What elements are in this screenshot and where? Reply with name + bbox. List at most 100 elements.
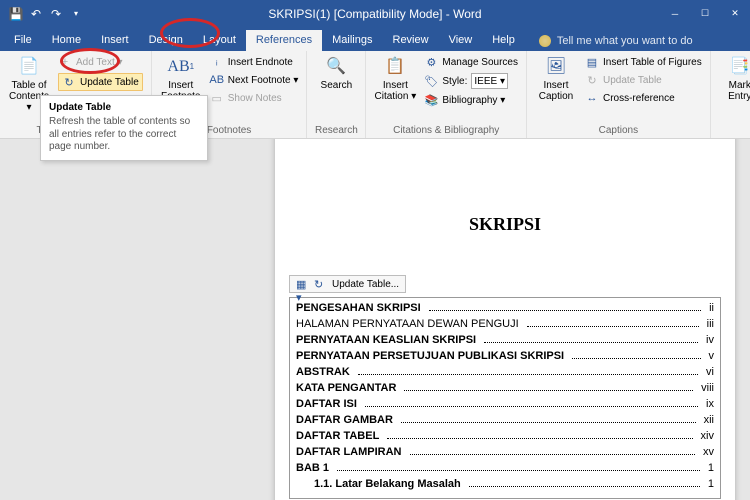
group-label-index: Index [717, 124, 750, 136]
toc-field-header[interactable]: ▦ ▾ ↻ Update Table... [289, 275, 406, 293]
redo-icon[interactable]: ↷ [48, 6, 64, 22]
toc-entry-label: KATA PENGANTAR [296, 382, 400, 394]
undo-icon[interactable]: ↶ [28, 6, 44, 22]
tab-layout[interactable]: Layout [193, 30, 246, 51]
citation-icon: 📋 [384, 56, 406, 78]
group-label-citations: Citations & Bibliography [372, 124, 520, 136]
citation-style-dropdown[interactable]: 🏷Style:IEEE ▾ [422, 72, 520, 90]
toc-entry-page: xv [699, 446, 714, 458]
update-table-button[interactable]: ↻ Update Table [56, 72, 145, 92]
search-button[interactable]: 🔍 Search [313, 54, 359, 91]
toc-entry-label: DAFTAR ISI [296, 398, 361, 410]
tab-help[interactable]: Help [482, 30, 525, 51]
toc-entry[interactable]: PENGESAHAN SKRIPSIii [296, 300, 714, 316]
add-text-button[interactable]: + Add Text ▾ [56, 54, 145, 70]
insert-caption-button[interactable]: 🖼 Insert Caption [533, 54, 579, 102]
toc-entry[interactable]: DAFTAR TABELxiv [296, 428, 714, 444]
cross-reference-button[interactable]: ↔Cross-reference [583, 90, 704, 106]
toc-leader [469, 478, 700, 487]
tab-references[interactable]: References [246, 30, 322, 51]
update-tof-button[interactable]: ↻Update Table [583, 72, 704, 88]
toc-entry[interactable]: HALAMAN PERNYATAAN DEWAN PENGUJI iii [296, 316, 714, 332]
group-citations: 📋 Insert Citation ▾ ⚙Manage Sources 🏷Sty… [366, 51, 527, 138]
group-label-research: Research [313, 124, 359, 136]
group-index: 📑 Mark Entry ▤Insert Index ↻Update Index… [711, 51, 750, 138]
toc-entry-page: 1 [704, 478, 714, 490]
toc-entry-page: ii [705, 302, 714, 314]
tab-mailings[interactable]: Mailings [322, 30, 382, 51]
document-workspace: SKRIPSI ▦ ▾ ↻ Update Table... PENGESAHAN… [0, 139, 750, 500]
toc-entry-page: iii [703, 318, 714, 330]
manage-sources-button[interactable]: ⚙Manage Sources [422, 54, 520, 70]
toc-leader [358, 366, 698, 375]
insert-citation-button[interactable]: 📋 Insert Citation ▾ [372, 54, 418, 102]
minimize-button[interactable]: ─ [660, 0, 690, 27]
toc-entry-page: vi [702, 366, 714, 378]
next-footnote-icon: AB [210, 73, 224, 87]
toc-leader [527, 318, 699, 327]
toc-leader [365, 398, 698, 407]
toc-entry[interactable]: DAFTAR GAMBAR xii [296, 412, 714, 428]
insert-tof-button[interactable]: ▤Insert Table of Figures [583, 54, 704, 70]
toc-leader [387, 430, 692, 439]
toc-entry-page: ix [702, 398, 714, 410]
toc-entry[interactable]: DAFTAR LAMPIRANxv [296, 444, 714, 460]
group-label-captions: Captions [533, 124, 704, 136]
toc-entry-page: iv [702, 334, 714, 346]
toc-leader [484, 334, 698, 343]
qat-customize-icon[interactable]: ▾ [68, 6, 84, 22]
show-notes-icon: ▭ [210, 91, 224, 105]
tab-design[interactable]: Design [139, 30, 193, 51]
toc-entry[interactable]: PERNYATAAN PERSETUJUAN PUBLIKASI SKRIPSI… [296, 348, 714, 364]
screentip-title: Update Table [49, 102, 199, 113]
toc-entry[interactable]: PERNYATAAN KEASLIAN SKRIPSIiv [296, 332, 714, 348]
tab-insert[interactable]: Insert [91, 30, 139, 51]
document-page: SKRIPSI ▦ ▾ ↻ Update Table... PENGESAHAN… [275, 139, 735, 500]
tab-view[interactable]: View [439, 30, 483, 51]
screentip-body: Refresh the table of contents so all ent… [49, 116, 199, 154]
mark-entry-icon: 📑 [729, 56, 750, 78]
tab-home[interactable]: Home [42, 30, 91, 51]
insert-endnote-button[interactable]: ᵢInsert Endnote [208, 54, 301, 70]
toc-entry[interactable]: 1.1. Latar Belakang Masalah1 [296, 476, 714, 492]
toc-leader [429, 302, 701, 311]
close-button[interactable]: ✕ [720, 0, 750, 27]
toc-leader [404, 382, 693, 391]
toc-leader [572, 350, 700, 359]
maximize-button[interactable]: ☐ [690, 0, 720, 27]
group-captions: 🖼 Insert Caption ▤Insert Table of Figure… [527, 51, 711, 138]
toc-entry-label: HALAMAN PERNYATAAN DEWAN PENGUJI [296, 318, 523, 330]
save-icon[interactable]: 💾 [8, 6, 24, 22]
lightbulb-icon [539, 35, 551, 47]
tell-me-label: Tell me what you want to do [557, 35, 693, 47]
tof-icon: ▤ [585, 55, 599, 69]
update-table-icon: ↻ [62, 75, 76, 89]
show-notes-button[interactable]: ▭Show Notes [208, 90, 301, 106]
toc-field[interactable]: PENGESAHAN SKRIPSIiiHALAMAN PERNYATAAN D… [289, 297, 721, 499]
bibliography-icon: 📚 [424, 93, 438, 107]
bibliography-button[interactable]: 📚Bibliography ▾ [422, 92, 520, 108]
crossref-icon: ↔ [585, 91, 599, 105]
screentip: Update Table Refresh the table of conten… [40, 95, 208, 161]
toc-entry[interactable]: BAB 11 [296, 460, 714, 476]
toc-entry[interactable]: DAFTAR ISI ix [296, 396, 714, 412]
endnote-icon: ᵢ [210, 55, 224, 69]
title-bar: 💾 ↶ ↷ ▾ SKRIPSI(1) [Compatibility Mode] … [0, 0, 750, 27]
window-title: SKRIPSI(1) [Compatibility Mode] - Word [268, 7, 481, 21]
toc-entry-page: v [705, 350, 715, 362]
toc-entry-page: xii [700, 414, 714, 426]
mark-entry-button[interactable]: 📑 Mark Entry [717, 54, 750, 102]
toc-entry-page: 1 [704, 462, 714, 474]
toc-leader [337, 462, 700, 471]
next-footnote-button[interactable]: ABNext Footnote ▾ [208, 72, 301, 88]
toc-entry-label: DAFTAR GAMBAR [296, 414, 397, 426]
toc-update-icon: ↻ [314, 278, 326, 290]
toc-update-label: Update Table... [332, 279, 399, 290]
toc-entry[interactable]: ABSTRAK vi [296, 364, 714, 380]
tab-review[interactable]: Review [383, 30, 439, 51]
tell-me[interactable]: Tell me what you want to do [531, 31, 701, 51]
toc-entry[interactable]: KATA PENGANTARviii [296, 380, 714, 396]
toc-entry-label: ABSTRAK [296, 366, 354, 378]
tab-file[interactable]: File [4, 30, 42, 51]
toc-menu-icon: ▦ ▾ [296, 278, 308, 290]
